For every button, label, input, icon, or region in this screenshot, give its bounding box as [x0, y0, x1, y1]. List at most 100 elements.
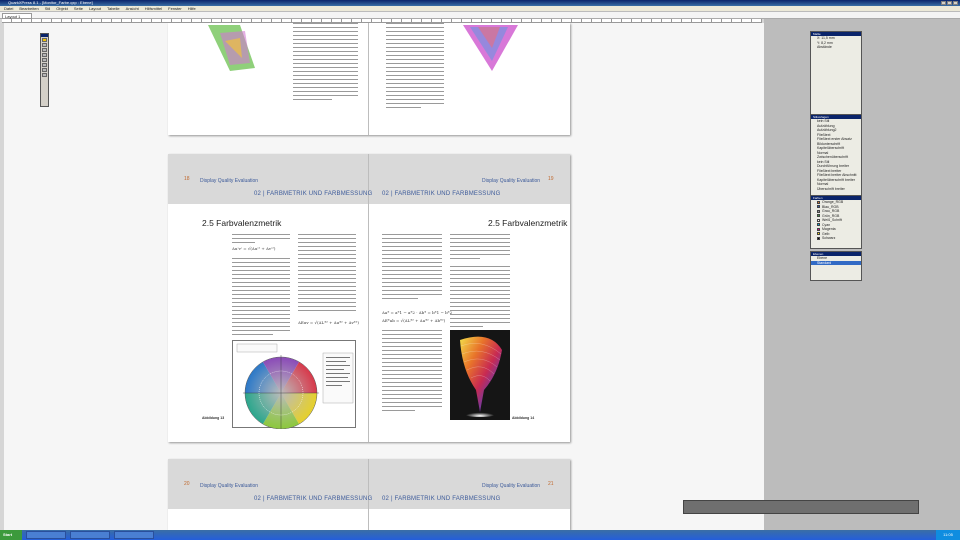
text-column	[450, 234, 510, 262]
lab-color-wheel	[236, 343, 354, 429]
menu-item-style[interactable]: Stil	[45, 6, 51, 11]
menu-item-layout[interactable]: Layout	[89, 6, 101, 11]
color-swatch	[817, 223, 820, 227]
taskbar-clock: 11:05	[936, 530, 960, 540]
pan-tool-icon[interactable]	[42, 73, 47, 77]
menu-item-window[interactable]: Fenster	[168, 6, 182, 11]
spread-spine	[368, 154, 369, 442]
color-name: Schwarz	[822, 236, 836, 240]
color-name: Gelb	[822, 231, 830, 236]
menu-item-table[interactable]: Tabelle	[107, 6, 120, 11]
style-sheets-palette[interactable]: Stilvorlagen kein Stil Aufzählung Aufzäh…	[810, 114, 862, 202]
measurements-palette[interactable]: Maße X: 11,5 mm Y: 8,2 mm Abstände	[810, 31, 862, 123]
formula-delta-e-uv: ΔEuv = √(ΔL*² + Δu*² + Δv*²)	[298, 320, 359, 325]
header-brand-left: Display Quality Evaluation	[200, 483, 259, 489]
cie-diagram-figure	[208, 25, 255, 71]
progress-bar	[683, 500, 919, 514]
header-brand-left: Display Quality Evaluation	[200, 178, 259, 184]
formula-delta-e-ab: ΔE*ab = √(ΔL*² + Δa*² + Δb*²)	[382, 318, 446, 323]
document-tab-bar: Layout 1	[0, 12, 960, 19]
figure-color-solid[interactable]	[450, 330, 510, 420]
chapter-title-left: 02 | FARBMETRIK UND FARBMESSUNG	[254, 191, 373, 197]
menu-item-edit[interactable]: Bearbeiten	[19, 6, 38, 11]
colors-palette[interactable]: Farben Orange_RGB Blau_RGB Grau_RGB Grün…	[810, 195, 862, 249]
menu-item-utilities[interactable]: Hilfsmittel	[145, 6, 162, 11]
window-controls	[941, 1, 958, 5]
cie-diagram-figure	[463, 25, 518, 71]
style-item[interactable]: Überschrift breiter	[811, 187, 861, 192]
menu-item-page[interactable]: Seite	[74, 6, 83, 11]
taskbar-item[interactable]	[70, 531, 110, 539]
formula-delta-ab: Δa* = a*1 − a*2 · Δb* = b*1 − b*2	[382, 310, 453, 315]
page-number-right: 19	[548, 176, 554, 182]
color-swatch	[817, 209, 820, 213]
color-swatch	[817, 218, 820, 222]
formula-delta-uv: Δu'v' = √(Δu'² + Δv'²)	[232, 246, 276, 251]
close-button[interactable]	[953, 1, 958, 5]
text-box-tool-icon[interactable]	[42, 58, 47, 62]
chapter-title-left: 02 | FARBMETRIK UND FARBMESSUNG	[254, 496, 373, 502]
layer-item-selected[interactable]: Standard	[811, 260, 861, 265]
section-title-right: 2.5 Farbvalenzmetrik	[488, 218, 568, 228]
current-spread[interactable]: 18 Display Quality Evaluation 02 | FARBM…	[168, 154, 570, 442]
color-name: Grau_RGB	[822, 209, 840, 213]
taskbar-item[interactable]	[26, 531, 66, 539]
measurement-spacing[interactable]: Abstände	[811, 45, 861, 50]
color-solid-image	[460, 336, 502, 417]
taskbar-item[interactable]	[114, 531, 154, 539]
line-tool-icon[interactable]	[42, 68, 47, 72]
start-button[interactable]: Start	[0, 530, 22, 540]
style-item[interactable]: Fließtext breiter Abschnitt	[811, 173, 861, 178]
content-tool-icon[interactable]	[42, 43, 47, 47]
page-number-left: 20	[184, 481, 190, 487]
tools-palette[interactable]	[40, 33, 49, 107]
color-swatch	[817, 200, 820, 204]
text-column	[298, 234, 356, 314]
menu-item-item[interactable]: Objekt	[56, 6, 68, 11]
rotate-tool-icon[interactable]	[42, 48, 47, 52]
spread-spine	[368, 23, 369, 135]
page-number-right: 21	[548, 481, 554, 487]
page-number-left: 18	[184, 176, 190, 182]
menu-item-file[interactable]: Datei	[4, 6, 13, 11]
next-spread[interactable]: 20 Display Quality Evaluation 02 | FARBM…	[168, 459, 570, 530]
text-column	[382, 234, 442, 302]
figure-caption-right: Abbildung 14	[512, 416, 535, 420]
color-name: Orange_RGB	[822, 200, 844, 204]
header-brand-right: Display Quality Evaluation	[482, 178, 541, 184]
right-pasteboard: Maße X: 11,5 mm Y: 8,2 mm Abstände Stilv…	[764, 19, 960, 530]
color-name: Blau_RGB	[822, 204, 839, 209]
layers-palette[interactable]: Ebenen Ebene Standard	[810, 251, 862, 281]
figure-lab-color-wheel[interactable]	[232, 340, 356, 429]
spread-spine	[368, 459, 369, 530]
maximize-button[interactable]	[947, 1, 952, 5]
color-name: Weiß_Schrift	[822, 218, 842, 222]
section-title-left: 2.5 Farbvalenzmetrik	[202, 218, 282, 228]
color-name: Magenta	[822, 227, 836, 231]
palette-title-bar[interactable]	[41, 34, 48, 37]
taskbar: Start 11:05	[0, 530, 960, 540]
chapter-title-right: 02 | FARBMETRIK UND FARBMESSUNG	[382, 191, 501, 197]
pointer-tool-icon[interactable]	[42, 38, 47, 42]
text-column	[382, 330, 442, 414]
color-swatch	[817, 232, 820, 236]
text-column	[232, 234, 290, 246]
text-column	[232, 258, 290, 338]
window-title: QuarkXPress 8.1 - [Monitor_Farbe.qxp : E…	[8, 0, 93, 5]
text-column	[386, 23, 444, 111]
header-brand-right: Display Quality Evaluation	[482, 483, 541, 489]
menu-item-help[interactable]: Hilfe	[188, 6, 196, 11]
color-swatch	[817, 227, 820, 231]
color-item[interactable]: Schwarz	[811, 236, 861, 241]
picture-box-tool-icon[interactable]	[42, 63, 47, 67]
chapter-title-right: 02 | FARBMETRIK UND FARBMESSUNG	[382, 496, 501, 502]
menu-item-view[interactable]: Ansicht	[126, 6, 139, 11]
document-canvas[interactable]: 18 Display Quality Evaluation 02 | FARBM…	[4, 23, 764, 530]
text-column	[293, 23, 358, 103]
previous-spread[interactable]	[168, 23, 570, 135]
zoom-tool-icon[interactable]	[42, 53, 47, 57]
color-name: Grün_RGB	[822, 213, 840, 218]
color-swatch	[817, 214, 820, 218]
figure-caption-left: Abbildung 13	[202, 416, 225, 420]
minimize-button[interactable]	[941, 1, 946, 5]
